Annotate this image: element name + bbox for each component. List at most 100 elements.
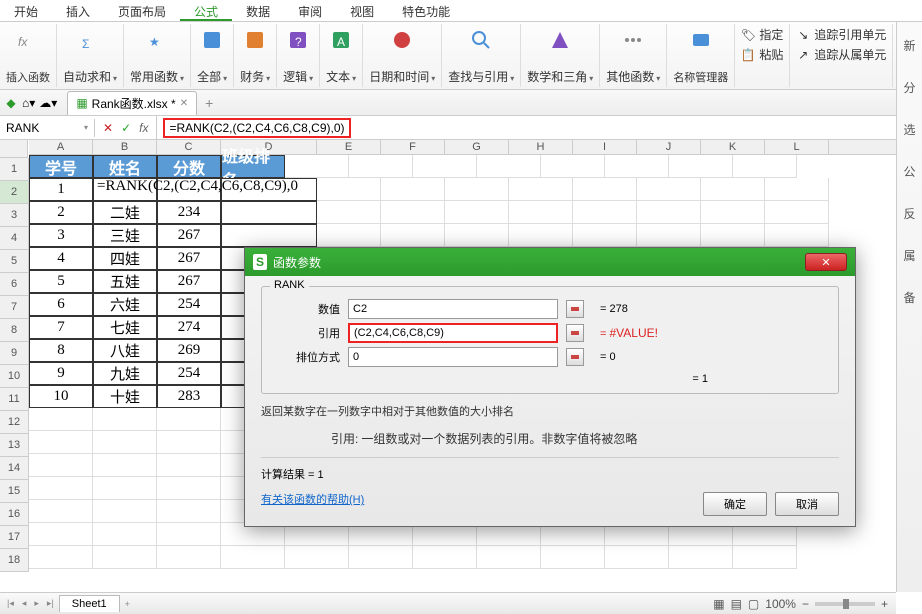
empty-cell[interactable] [637,224,701,247]
empty-cell[interactable] [29,431,93,454]
row-header[interactable]: 14 [0,457,28,480]
empty-cell[interactable] [701,201,765,224]
table-data-cell[interactable]: 四娃 [93,247,157,270]
empty-cell[interactable] [93,477,157,500]
table-data-cell[interactable]: 七娃 [93,316,157,339]
col-header[interactable]: H [509,140,573,154]
col-header[interactable]: B [93,140,157,154]
param2-input[interactable] [348,323,558,343]
table-data-cell[interactable]: 八娃 [93,339,157,362]
table-header-cell[interactable]: 分数 [157,155,221,178]
empty-cell[interactable] [605,546,669,569]
empty-cell[interactable] [317,178,381,201]
sheet-prev-button[interactable]: ◂ [19,598,30,609]
table-data-cell[interactable]: 254 [157,362,221,385]
help-link[interactable]: 有关该函数的帮助(H) [261,491,364,507]
trace-dependents-button[interactable]: ↗追踪从属单元 [796,46,886,63]
close-icon[interactable]: ✕ [180,98,188,109]
empty-cell[interactable] [93,454,157,477]
table-data-cell[interactable]: 2 [29,201,93,224]
empty-cell[interactable] [157,431,221,454]
all-fn-button[interactable]: 全部▾ [191,24,234,87]
row-header[interactable]: 2 [0,181,28,204]
param3-collapse-button[interactable] [566,348,584,366]
empty-cell[interactable] [93,523,157,546]
row-header[interactable]: 10 [0,365,28,388]
math-fn-button[interactable]: 数学和三角▾ [521,24,600,87]
zoom-in-button[interactable]: + [881,597,888,611]
add-sheet-button[interactable]: + [122,599,133,609]
empty-cell[interactable] [317,224,381,247]
ok-button[interactable]: 确定 [703,492,767,516]
tab-layout[interactable]: 页面布局 [104,0,180,21]
row-header[interactable]: 6 [0,273,28,296]
col-header[interactable]: J [637,140,701,154]
sheet-next-button[interactable]: ▸ [31,598,42,609]
table-data-cell[interactable]: 九娃 [93,362,157,385]
param1-input[interactable] [348,299,558,319]
row-header[interactable]: 12 [0,411,28,434]
row-header[interactable]: 7 [0,296,28,319]
empty-cell[interactable] [381,178,445,201]
table-data-cell[interactable]: 7 [29,316,93,339]
tab-formula[interactable]: 公式 [180,0,232,21]
row-header[interactable]: 17 [0,526,28,549]
sidebar-new[interactable]: 新 [903,37,915,54]
zoom-slider[interactable] [815,602,875,606]
table-data-cell[interactable]: 274 [157,316,221,339]
empty-cell[interactable] [221,546,285,569]
empty-cell[interactable] [381,201,445,224]
empty-cell[interactable] [157,454,221,477]
tab-features[interactable]: 特色功能 [388,0,464,21]
table-header-cell[interactable]: 班级排名 [221,155,285,178]
empty-cell[interactable] [349,155,413,178]
col-header[interactable]: A [29,140,93,154]
table-data-cell[interactable]: 10 [29,385,93,408]
col-header[interactable]: F [381,140,445,154]
empty-cell[interactable] [349,546,413,569]
new-tab-button[interactable]: + [197,95,221,111]
row-header[interactable]: 5 [0,250,28,273]
empty-cell[interactable] [765,178,829,201]
editing-cell-overlay[interactable]: =RANK(C2,(C2,C4,C6,C8,C9),0 [93,178,298,195]
empty-cell[interactable] [381,224,445,247]
common-fn-button[interactable]: ★ 常用函数▾ [124,24,191,87]
empty-cell[interactable] [669,546,733,569]
empty-cell[interactable] [29,477,93,500]
name-box[interactable]: RANK ▾ [0,119,95,137]
table-data-cell[interactable]: 六娃 [93,293,157,316]
empty-cell[interactable] [701,224,765,247]
table-data-cell[interactable]: 5 [29,270,93,293]
table-data-cell[interactable]: 234 [157,201,221,224]
table-data-cell[interactable]: 十娃 [93,385,157,408]
param2-collapse-button[interactable] [566,324,584,342]
sidebar-props[interactable]: 属 [903,247,915,264]
empty-cell[interactable] [573,178,637,201]
zoom-out-button[interactable]: − [802,597,809,611]
sidebar-formula[interactable]: 公 [903,163,915,180]
table-data-cell[interactable]: 二娃 [93,201,157,224]
table-data-cell[interactable]: 283 [157,385,221,408]
tab-insert[interactable]: 插入 [52,0,104,21]
row-header[interactable]: 4 [0,227,28,250]
col-header[interactable]: C [157,140,221,154]
table-header-cell[interactable]: 姓名 [93,155,157,178]
table-data-cell[interactable]: 267 [157,247,221,270]
empty-cell[interactable] [93,546,157,569]
row-header[interactable]: 13 [0,434,28,457]
wps-icon[interactable]: ◆ [4,96,18,110]
sidebar-backup[interactable]: 备 [903,289,915,306]
cancel-button[interactable]: 取消 [775,492,839,516]
table-data-cell[interactable]: 269 [157,339,221,362]
empty-cell[interactable] [509,201,573,224]
table-data-cell[interactable]: 267 [157,270,221,293]
empty-cell[interactable] [157,500,221,523]
lookup-fn-button[interactable]: 查找与引用▾ [442,24,521,87]
empty-cell[interactable] [733,155,797,178]
sheet-last-button[interactable]: ▸| [44,598,57,609]
formula-input[interactable]: =RANK(C2,(C2,C4,C6,C8,C9),0) [157,116,922,140]
empty-cell[interactable] [541,155,605,178]
empty-cell[interactable] [573,224,637,247]
empty-cell[interactable] [637,201,701,224]
datetime-fn-button[interactable]: 日期和时间▾ [363,24,442,87]
